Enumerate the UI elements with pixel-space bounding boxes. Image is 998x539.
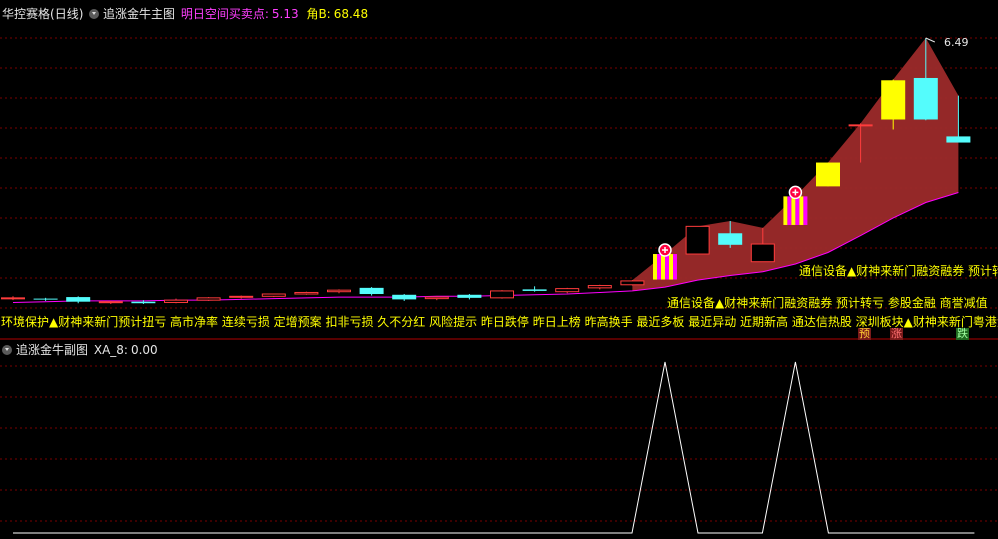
xa8-value: 0.00 bbox=[130, 343, 158, 357]
xa8-line bbox=[13, 361, 975, 534]
candle bbox=[294, 291, 319, 295]
main-indicator-line: 追涨金牛主图 明日空间买卖点: 5.13 角B: 68.48 bbox=[103, 7, 368, 21]
candle bbox=[555, 287, 580, 294]
period-label[interactable]: (日线) bbox=[50, 7, 83, 21]
candle-body bbox=[913, 77, 938, 120]
candle bbox=[522, 286, 547, 292]
candle bbox=[33, 297, 58, 301]
signal-stripe bbox=[803, 196, 808, 225]
sub-indicator-name[interactable]: 追涨金牛副图 bbox=[16, 343, 88, 357]
candle-body bbox=[424, 296, 449, 300]
candle-body bbox=[229, 295, 254, 298]
candle-body bbox=[33, 298, 58, 300]
candle-body bbox=[946, 136, 971, 143]
candle-body bbox=[555, 288, 580, 293]
candle bbox=[196, 297, 221, 301]
high-price-label: 6.49 bbox=[944, 36, 969, 49]
candle bbox=[229, 295, 254, 299]
buy-sell-label: 明日空间买卖点: bbox=[180, 7, 269, 21]
signal-stripe bbox=[653, 254, 657, 280]
concepts-mid: 通信设备▲财神来新门融资融券 预计转亏 参股金融 商誉减值 bbox=[667, 296, 988, 310]
candle-body bbox=[490, 290, 514, 299]
candle-body bbox=[620, 280, 645, 286]
candle-body bbox=[359, 287, 384, 295]
signal-stripe bbox=[661, 254, 665, 280]
candle-body bbox=[98, 301, 123, 304]
candle bbox=[816, 162, 840, 187]
signal-stripe bbox=[669, 254, 673, 280]
main-header: 华控赛格(日线) bbox=[2, 7, 83, 21]
signal-stripe bbox=[783, 196, 788, 225]
angle-b-value: 68.48 bbox=[333, 7, 369, 21]
angle-b-label: 角B: bbox=[306, 7, 331, 21]
candle-body bbox=[327, 289, 351, 293]
signal-stripe bbox=[787, 196, 792, 225]
trend-cloud bbox=[632, 38, 959, 291]
signal-stripe bbox=[795, 196, 800, 225]
tag-yu: 预 bbox=[858, 327, 871, 340]
candle-body bbox=[294, 291, 319, 295]
candle bbox=[164, 298, 188, 304]
candle-body bbox=[522, 289, 547, 291]
signal-stripe bbox=[791, 196, 796, 225]
candle-body bbox=[131, 301, 156, 304]
sub-indicator-menu-icon[interactable] bbox=[2, 345, 12, 355]
candle-body bbox=[66, 297, 91, 302]
main-chart[interactable] bbox=[0, 0, 998, 340]
candle bbox=[392, 294, 417, 301]
sub-indicator-line: 追涨金牛副图 XA_8: 0.00 bbox=[16, 343, 158, 357]
candle-body bbox=[816, 162, 840, 187]
stock-name[interactable]: 华控赛格 bbox=[2, 7, 50, 21]
signal-stripe bbox=[665, 254, 669, 280]
candle-body bbox=[750, 243, 775, 263]
candle-body bbox=[1, 297, 25, 300]
candle-body bbox=[718, 233, 743, 245]
tag-zhang: 涨 bbox=[890, 327, 903, 340]
candle-body bbox=[261, 293, 286, 297]
candle bbox=[1, 296, 25, 301]
candle bbox=[327, 289, 351, 294]
candle bbox=[66, 296, 91, 304]
signal-stripe bbox=[673, 254, 677, 280]
candle-body bbox=[685, 225, 710, 255]
main-indicator-menu-icon[interactable] bbox=[89, 9, 99, 19]
candle-body bbox=[164, 299, 188, 303]
candle bbox=[620, 280, 645, 286]
candle bbox=[457, 294, 482, 300]
candle bbox=[685, 225, 710, 255]
buy-sell-value: 5.13 bbox=[271, 7, 299, 21]
candle-body bbox=[848, 124, 873, 127]
candle-body bbox=[196, 297, 221, 301]
candle bbox=[261, 293, 286, 298]
main-indicator-name[interactable]: 追涨金牛主图 bbox=[103, 7, 175, 21]
candle bbox=[490, 290, 514, 299]
candle-body bbox=[881, 80, 906, 120]
candle-body bbox=[457, 294, 482, 298]
candle-body bbox=[587, 285, 612, 289]
concepts-upper: 通信设备▲财神来新门融资融券 预计转 bbox=[799, 264, 998, 278]
signal-stripe bbox=[799, 196, 804, 225]
concepts-bottom: 环境保护▲财神来新门预计扭亏 高市净率 连续亏损 定增预案 扣非亏损 久不分红 … bbox=[1, 315, 998, 329]
candle-body bbox=[392, 294, 417, 300]
xa8-label: XA_8: bbox=[93, 343, 128, 357]
candle bbox=[424, 296, 449, 301]
tag-die: 跌 bbox=[956, 327, 969, 340]
candle bbox=[359, 287, 384, 296]
candle bbox=[98, 300, 123, 304]
signal-stripe bbox=[657, 254, 661, 280]
candle bbox=[587, 284, 612, 290]
